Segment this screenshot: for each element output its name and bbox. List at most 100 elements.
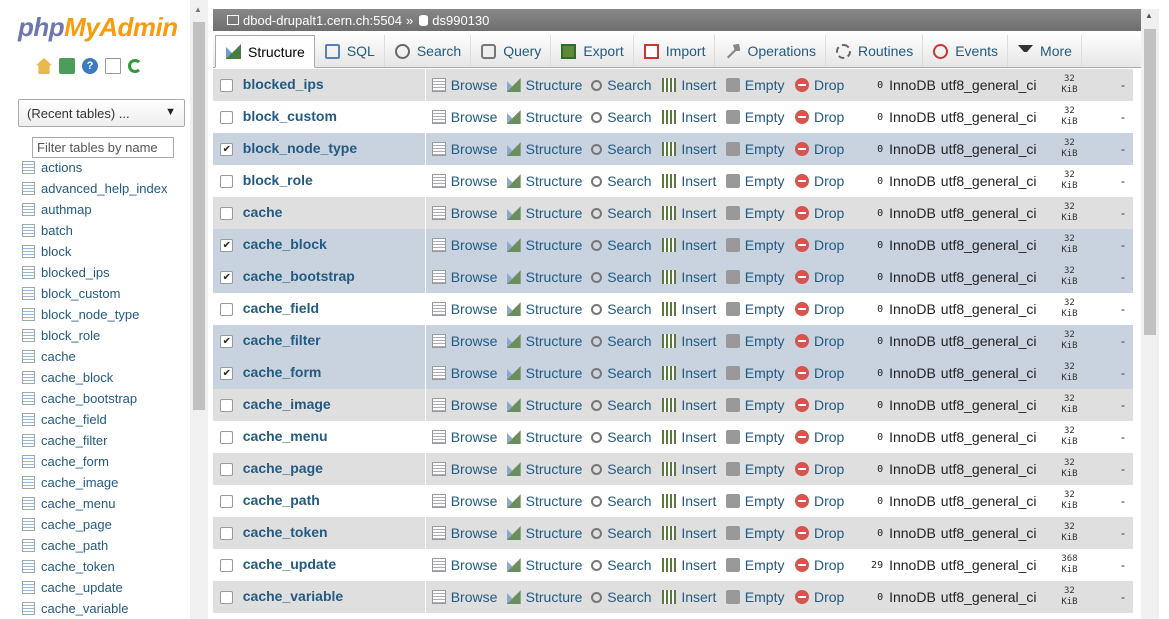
insert-action[interactable]: Insert xyxy=(662,429,719,445)
insert-action[interactable]: Insert xyxy=(662,237,719,253)
table-row[interactable]: cache_menu Browse Structure Search Insert Emp… xyxy=(213,421,1133,453)
tab-operations[interactable]: Operations xyxy=(715,35,826,67)
empty-action[interactable]: Empty xyxy=(725,525,789,541)
row-checkbox[interactable]: ✔ xyxy=(220,334,234,348)
table-name-link[interactable]: cache xyxy=(241,197,426,229)
nav-table-name[interactable]: cache_token xyxy=(41,559,115,574)
drop-action[interactable]: Drop xyxy=(794,269,854,285)
structure-action[interactable]: Structure xyxy=(506,237,586,253)
row-checkbox[interactable] xyxy=(220,526,234,540)
row-checkbox[interactable] xyxy=(220,462,234,476)
insert-action[interactable]: Insert xyxy=(662,301,719,317)
insert-action[interactable]: Insert xyxy=(662,525,719,541)
reload-icon[interactable] xyxy=(128,59,142,73)
empty-action[interactable]: Empty xyxy=(725,77,789,93)
nav-table-item[interactable]: actions xyxy=(22,157,168,178)
table-icon[interactable] xyxy=(22,581,35,594)
empty-action[interactable]: Empty xyxy=(725,141,789,157)
nav-table-item[interactable]: block xyxy=(22,241,168,262)
nav-table-name[interactable]: blocked_ips xyxy=(41,265,110,280)
help-icon[interactable]: ? xyxy=(82,58,98,74)
nav-table-name[interactable]: cache_form xyxy=(41,454,109,469)
browse-action[interactable]: Browse xyxy=(431,333,501,349)
structure-action[interactable]: Structure xyxy=(506,493,586,509)
empty-action[interactable]: Empty xyxy=(725,557,789,573)
table-icon[interactable] xyxy=(22,161,35,174)
table-icon[interactable] xyxy=(22,182,35,195)
row-checkbox[interactable]: ✔ xyxy=(220,270,234,284)
table-icon[interactable] xyxy=(22,203,35,216)
nav-table-name[interactable]: batch xyxy=(41,223,73,238)
drop-action[interactable]: Drop xyxy=(794,109,854,125)
drop-action[interactable]: Drop xyxy=(794,461,854,477)
insert-action[interactable]: Insert xyxy=(662,77,719,93)
empty-action[interactable]: Empty xyxy=(725,109,789,125)
table-name-link[interactable]: cache_page xyxy=(241,453,426,485)
table-name-link[interactable]: cache_field xyxy=(241,293,426,325)
search-action[interactable]: Search xyxy=(591,461,656,477)
table-icon[interactable] xyxy=(22,413,35,426)
empty-action[interactable]: Empty xyxy=(725,397,789,413)
nav-table-name[interactable]: cache_path xyxy=(41,538,108,553)
tab-search[interactable]: Search xyxy=(385,35,472,67)
row-checkbox[interactable] xyxy=(220,398,234,412)
table-icon[interactable] xyxy=(22,539,35,552)
drop-action[interactable]: Drop xyxy=(794,429,854,445)
insert-action[interactable]: Insert xyxy=(662,365,719,381)
row-checkbox[interactable] xyxy=(220,78,234,92)
row-checkbox[interactable] xyxy=(220,494,234,508)
insert-action[interactable]: Insert xyxy=(662,141,719,157)
row-checkbox[interactable] xyxy=(220,558,234,572)
drop-action[interactable]: Drop xyxy=(794,173,854,189)
table-icon[interactable] xyxy=(22,266,35,279)
nav-table-item[interactable]: cache_block xyxy=(22,367,168,388)
insert-action[interactable]: Insert xyxy=(662,493,719,509)
browse-action[interactable]: Browse xyxy=(431,109,501,125)
structure-action[interactable]: Structure xyxy=(506,589,586,605)
insert-action[interactable]: Insert xyxy=(662,333,719,349)
structure-action[interactable]: Structure xyxy=(506,205,586,221)
table-name-link[interactable]: cache_menu xyxy=(241,421,426,453)
nav-table-item[interactable]: cache_path xyxy=(22,535,168,556)
browse-action[interactable]: Browse xyxy=(431,397,501,413)
table-row[interactable]: block_role Browse Structure Search Insert Emp… xyxy=(213,165,1133,197)
breadcrumb-server[interactable]: dbod-drupalt1.cern.ch:5504 xyxy=(243,13,402,28)
search-action[interactable]: Search xyxy=(591,397,656,413)
structure-action[interactable]: Structure xyxy=(506,397,586,413)
search-action[interactable]: Search xyxy=(591,301,656,317)
drop-action[interactable]: Drop xyxy=(794,525,854,541)
nav-table-item[interactable]: cache_token xyxy=(22,556,168,577)
tab-events[interactable]: Events xyxy=(923,35,1009,67)
table-row[interactable]: ✔ cache_bootstrap Browse Structure Search Ins… xyxy=(213,261,1133,293)
row-checkbox[interactable]: ✔ xyxy=(220,238,234,252)
row-checkbox[interactable] xyxy=(220,174,234,188)
empty-action[interactable]: Empty xyxy=(725,589,789,605)
table-name-link[interactable]: cache_filter xyxy=(241,325,426,357)
nav-table-name[interactable]: block_custom xyxy=(41,286,120,301)
empty-action[interactable]: Empty xyxy=(725,173,789,189)
empty-action[interactable]: Empty xyxy=(725,205,789,221)
nav-table-item[interactable]: cache_variable xyxy=(22,598,168,619)
nav-table-name[interactable]: cache_filter xyxy=(41,433,107,448)
structure-action[interactable]: Structure xyxy=(506,365,586,381)
empty-action[interactable]: Empty xyxy=(725,269,789,285)
table-row[interactable]: cache_token Browse Structure Search Insert Em… xyxy=(213,517,1133,549)
structure-action[interactable]: Structure xyxy=(506,333,586,349)
search-action[interactable]: Search xyxy=(591,493,656,509)
breadcrumb-database[interactable]: ds990130 xyxy=(432,13,489,28)
docs-icon[interactable] xyxy=(105,58,121,74)
nav-table-name[interactable]: actions xyxy=(41,160,82,175)
nav-table-name[interactable]: block_role xyxy=(41,328,100,343)
drop-action[interactable]: Drop xyxy=(794,301,854,317)
scroll-up-icon[interactable]: ▲ xyxy=(1145,11,1153,20)
drop-action[interactable]: Drop xyxy=(794,205,854,221)
nav-table-item[interactable]: cache_menu xyxy=(22,493,168,514)
table-name-link[interactable]: cache_token xyxy=(241,517,426,549)
empty-action[interactable]: Empty xyxy=(725,493,789,509)
search-action[interactable]: Search xyxy=(591,365,656,381)
table-name-link[interactable]: cache_bootstrap xyxy=(241,261,426,293)
insert-action[interactable]: Insert xyxy=(662,589,719,605)
search-action[interactable]: Search xyxy=(591,269,656,285)
browse-action[interactable]: Browse xyxy=(431,525,501,541)
empty-action[interactable]: Empty xyxy=(725,237,789,253)
